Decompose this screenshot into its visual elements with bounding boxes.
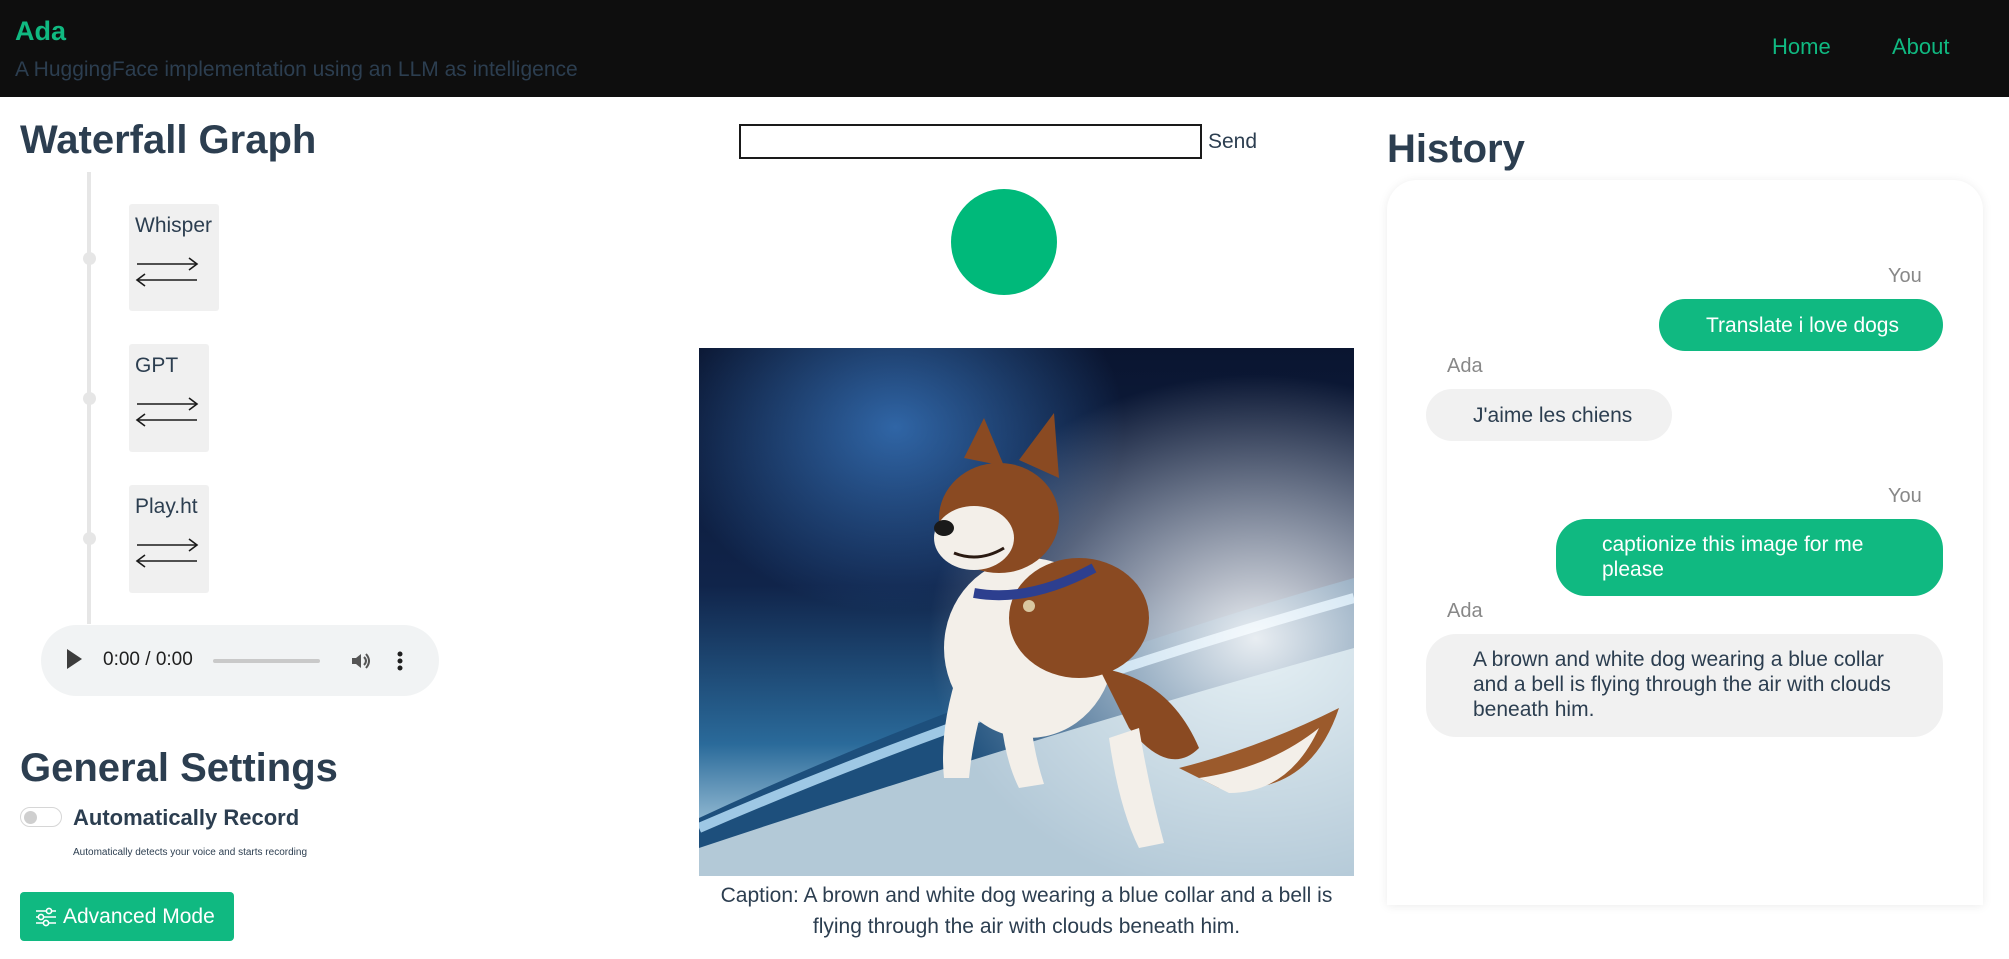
chat-message-you: Translate i love dogs [1659,299,1943,351]
node-label: GPT [135,354,179,377]
send-button[interactable]: Send [1208,130,1257,154]
more-options-icon[interactable] [395,649,405,673]
message-text: captionize this image for me please [1602,533,1864,581]
nav-home-link[interactable]: Home [1772,34,1831,60]
image-caption: Caption: A brown and white dog wearing a… [720,884,1333,938]
message-text: J'aime les chiens [1473,404,1633,427]
node-label: Whisper [135,214,213,237]
message-text: Translate i love dogs [1706,314,1899,337]
bidirectional-arrows-icon [135,538,199,568]
sender-label: You [1888,265,1922,287]
waterfall-node-gpt: GPT [129,344,209,452]
bidirectional-arrows-icon [135,397,199,427]
sender-label: Ada [1447,600,1483,622]
bidirectional-arrows-icon [135,257,199,287]
chat-message-you: captionize this image for me please [1556,519,1943,596]
history-title: History [1387,127,1525,171]
auto-record-label: Automatically Record [73,805,300,830]
history-panel: You Translate i love dogs Ada J'aime les… [1387,180,1983,905]
waterfall-graph-title: Waterfall Graph [20,118,317,162]
sliders-icon [36,907,56,927]
timeline-dot [83,532,96,545]
nav-about-link[interactable]: About [1892,34,1950,60]
node-label: Play.ht [135,495,198,518]
brand-title[interactable]: Ada [15,16,66,47]
message-input[interactable] [739,124,1202,159]
record-button[interactable] [951,189,1057,295]
generated-image-dog-in-space [699,348,1354,876]
sender-label: Ada [1447,355,1483,377]
general-settings-title: General Settings [20,746,338,790]
audio-player[interactable]: 0:00 / 0:00 [41,625,439,696]
toggle-knob [24,811,37,824]
advanced-mode-button[interactable]: Advanced Mode [20,892,234,941]
advanced-mode-label: Advanced Mode [63,905,215,928]
audio-time: 0:00 / 0:00 [103,649,193,670]
timeline-dot [83,252,96,265]
waterfall-node-whisper: Whisper [129,204,219,311]
volume-icon[interactable] [349,649,373,673]
brand-tagline: A HuggingFace implementation using an LL… [15,58,578,81]
timeline-dot [83,392,96,405]
chat-message-ada: A brown and white dog wearing a blue col… [1426,634,1943,737]
top-navbar: Ada A HuggingFace implementation using a… [0,0,2009,97]
chat-message-ada: J'aime les chiens [1426,389,1672,441]
auto-record-help: Automatically detects your voice and sta… [73,847,307,858]
sender-label: You [1888,485,1922,507]
auto-record-toggle[interactable] [20,807,62,827]
waterfall-node-playht: Play.ht [129,485,209,593]
audio-progress-bar[interactable] [213,659,320,663]
play-icon[interactable] [67,649,82,669]
message-text: A brown and white dog wearing a blue col… [1473,648,1891,721]
